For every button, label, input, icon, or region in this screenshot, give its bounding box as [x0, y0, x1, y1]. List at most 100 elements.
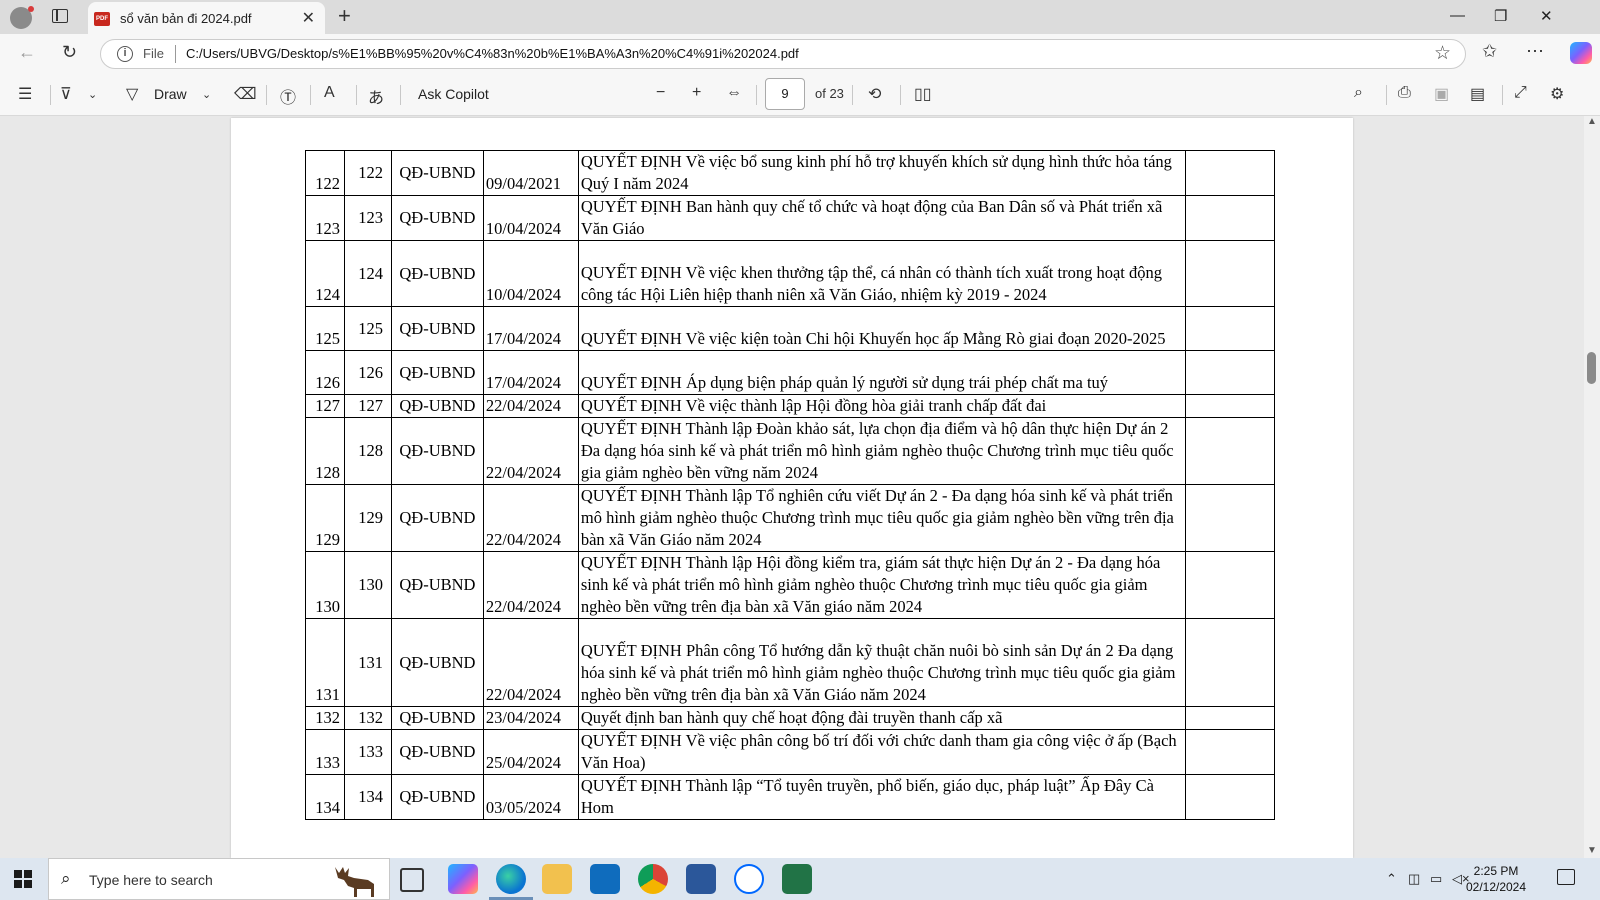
table-row: 132 132 QĐ-UBND 23/04/2024 Quyết định ban hà…	[305, 706, 1275, 730]
task-view-icon[interactable]	[400, 868, 424, 892]
network-icon[interactable]: ▭	[1430, 871, 1442, 887]
address-url[interactable]: C:/Users/UBVG/Desktop/s%E1%BB%95%20v%C4%…	[186, 46, 799, 61]
chrome-icon[interactable]	[638, 864, 668, 894]
highlight-icon[interactable]: ⊽	[60, 84, 72, 104]
zoom-out-icon[interactable]: −	[656, 84, 665, 102]
favorite-star-icon[interactable]: ☆	[1434, 42, 1451, 65]
window-close-icon[interactable]: ✕	[1540, 7, 1553, 25]
draw-dropdown-icon[interactable]: ⌄	[202, 88, 211, 101]
copilot-icon[interactable]	[1570, 42, 1592, 64]
zoom-in-icon[interactable]: +	[692, 84, 701, 102]
table-row: 131 131 QĐ-UBND 22/04/2024 QUYẾT ĐỊNH Phân c…	[305, 618, 1275, 707]
windows-start-icon[interactable]	[14, 870, 32, 888]
more-options-icon[interactable]: ⋯	[1526, 41, 1544, 62]
rotate-icon[interactable]: ⟲	[868, 84, 881, 104]
zalo-icon[interactable]	[734, 864, 764, 894]
fullscreen-icon[interactable]: ⤢	[1514, 84, 1527, 102]
table-row: 128 128 QĐ-UBND 22/04/2024 QUYẾT ĐỊNH Thành …	[305, 417, 1275, 485]
browser-tab[interactable]: PDF sổ văn bản đi 2024.pdf ✕	[88, 2, 325, 34]
ask-copilot-button[interactable]: Ask Copilot	[418, 86, 489, 102]
document-date: 03/05/2024	[482, 774, 579, 820]
document-summary: QUYẾT ĐỊNH Thành lập Hội đồng kiểm tra, …	[577, 551, 1187, 619]
draw-icon[interactable]: ▽	[126, 84, 138, 104]
tab-close-icon[interactable]: ✕	[302, 8, 315, 28]
document-note	[1185, 618, 1275, 707]
taskbar: ⌕ Type here to search ⌃ ◫ ▭ ◁× 2:25 PM 0…	[0, 858, 1600, 900]
title-bar: PDF sổ văn bản đi 2024.pdf ✕ + — ❐ ✕	[0, 0, 1600, 34]
tab-title: sổ văn bản đi 2024.pdf	[120, 11, 252, 26]
save-as-icon[interactable]: ▤	[1470, 84, 1485, 104]
row-number: 132	[305, 706, 345, 730]
tab-actions-icon[interactable]	[52, 9, 68, 23]
search-icon[interactable]: ⌕	[1354, 84, 1363, 102]
address-bar-row: ← ↻ i File C:/Users/UBVG/Desktop/s%E1%BB…	[0, 34, 1600, 74]
file-explorer-icon[interactable]	[542, 864, 572, 894]
document-summary: QUYẾT ĐỊNH Về việc phân công bố trí đối …	[577, 729, 1187, 775]
document-summary: QUYẾT ĐỊNH Áp dụng biện pháp quản lý ngư…	[577, 350, 1187, 395]
row-number: 123	[305, 195, 345, 241]
edge-browser-icon[interactable]	[496, 864, 526, 894]
word-icon[interactable]	[686, 864, 716, 894]
translate-icon[interactable]: あ	[368, 84, 384, 108]
scrollbar-thumb[interactable]	[1587, 352, 1596, 384]
document-note	[1185, 195, 1275, 241]
document-note	[1185, 150, 1275, 196]
document-date: 09/04/2021	[482, 150, 579, 196]
refresh-icon[interactable]: ↻	[62, 42, 77, 63]
search-highlight-moose-icon	[335, 867, 374, 897]
document-number: 130	[343, 551, 392, 619]
highlight-dropdown-icon[interactable]: ⌄	[88, 88, 97, 101]
table-row: 127 127 QĐ-UBND 22/04/2024 QUYẾT ĐỊNH Về việ…	[305, 394, 1275, 418]
contents-list-icon[interactable]: ☰	[18, 84, 32, 104]
print-icon[interactable]: ⎙	[1398, 84, 1411, 102]
table-row: 124 124 QĐ-UBND 10/04/2024 QUYẾT ĐỊNH Về việ…	[305, 240, 1275, 307]
document-note	[1185, 394, 1275, 418]
pdf-viewer[interactable]: 122 122 QĐ-UBND 09/04/2021 QUYẾT ĐỊNH Về việ…	[0, 116, 1600, 858]
document-number: 122	[343, 150, 392, 196]
fit-width-icon[interactable]: ⇔	[726, 84, 742, 102]
document-date: 23/04/2024	[482, 706, 579, 730]
draw-label[interactable]: Draw	[154, 86, 187, 102]
taskbar-search-box[interactable]: ⌕ Type here to search	[48, 858, 390, 900]
address-bar[interactable]: i File C:/Users/UBVG/Desktop/s%E1%BB%95%…	[100, 39, 1466, 69]
row-number: 129	[305, 484, 345, 552]
tray-chevron-up-icon[interactable]: ⌃	[1386, 871, 1397, 887]
site-info-icon[interactable]: i	[117, 46, 133, 62]
settings-gear-icon[interactable]: ⚙	[1550, 84, 1564, 104]
save-icon[interactable]: ▣	[1434, 84, 1449, 104]
text-box-icon[interactable]: Ⓣ	[280, 84, 296, 108]
read-aloud-icon[interactable]: A	[324, 84, 335, 102]
document-note	[1185, 706, 1275, 730]
document-date: 17/04/2024	[482, 306, 579, 351]
toolbar-separator	[1502, 85, 1503, 105]
notification-center-icon[interactable]	[1557, 869, 1575, 885]
favorites-icon[interactable]: ✩	[1482, 41, 1497, 62]
back-icon[interactable]: ←	[18, 42, 36, 63]
row-number: 127	[305, 394, 345, 418]
document-note	[1185, 484, 1275, 552]
toolbar-separator	[900, 85, 901, 105]
clock-date: 02/12/2024	[1465, 880, 1527, 894]
document-number: 133	[343, 729, 392, 775]
outlook-icon[interactable]	[590, 864, 620, 894]
document-type: QĐ-UBND	[390, 306, 484, 351]
toolbar-separator	[852, 85, 853, 105]
taskbar-clock[interactable]: 2:25 PM 02/12/2024	[1462, 863, 1530, 895]
page-view-icon[interactable]: ▯▯	[914, 84, 932, 104]
minimize-icon[interactable]: —	[1450, 7, 1465, 24]
eraser-icon[interactable]: ⌫	[234, 84, 257, 104]
document-note	[1185, 729, 1275, 775]
vertical-scrollbar[interactable]: ▲ ▼	[1584, 116, 1600, 858]
copilot-taskbar-icon[interactable]	[448, 864, 478, 894]
pdf-file-icon: PDF	[94, 12, 110, 26]
scroll-down-icon[interactable]: ▼	[1587, 845, 1597, 856]
restore-icon[interactable]: ❐	[1494, 7, 1507, 25]
toolbar-separator	[266, 85, 267, 105]
meet-now-icon[interactable]: ◫	[1408, 871, 1420, 887]
document-note	[1185, 417, 1275, 485]
scroll-up-icon[interactable]: ▲	[1587, 116, 1597, 127]
excel-icon[interactable]	[782, 864, 812, 894]
page-number-input[interactable]: 9	[765, 78, 805, 110]
new-tab-icon[interactable]: +	[338, 3, 351, 29]
document-date: 22/04/2024	[482, 551, 579, 619]
